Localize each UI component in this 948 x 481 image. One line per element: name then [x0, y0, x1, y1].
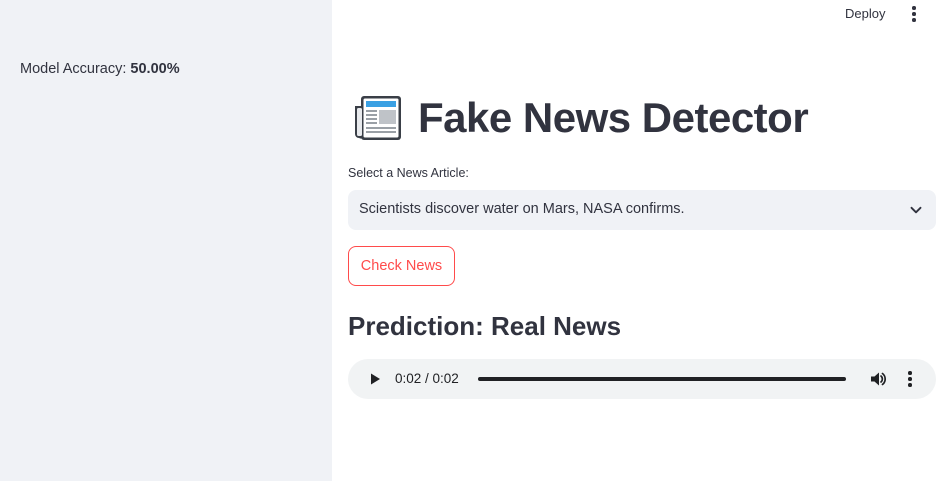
article-select[interactable]: Scientists discover water on Mars, NASA … [348, 190, 936, 230]
sidebar: Model Accuracy: 50.00% [0, 0, 332, 481]
volume-icon[interactable] [869, 370, 887, 388]
audio-progress-bar[interactable] [478, 377, 846, 381]
page-header: Fake News Detector [352, 92, 809, 144]
article-select-label: Select a News Article: [348, 166, 469, 180]
audio-time: 0:02 / 0:02 [395, 371, 459, 386]
check-news-button[interactable]: Check News [348, 246, 455, 286]
audio-more-icon[interactable] [905, 370, 915, 388]
chevron-down-icon [910, 206, 922, 214]
newspaper-icon [355, 96, 401, 140]
deploy-button[interactable]: Deploy [838, 5, 892, 23]
model-accuracy: Model Accuracy: 50.00% [20, 61, 180, 77]
play-icon[interactable] [368, 372, 382, 386]
accuracy-value: 50.00% [130, 61, 180, 77]
article-select-value: Scientists discover water on Mars, NASA … [359, 201, 685, 217]
app-root: Model Accuracy: 50.00% Deploy Fake News … [0, 0, 948, 481]
main-menu-icon[interactable] [905, 4, 923, 24]
audio-player: 0:02 / 0:02 [348, 359, 936, 399]
page-title: Fake News Detector [418, 94, 809, 141]
prediction-result: Prediction: Real News [348, 311, 622, 341]
accuracy-label: Model Accuracy: [20, 61, 127, 77]
